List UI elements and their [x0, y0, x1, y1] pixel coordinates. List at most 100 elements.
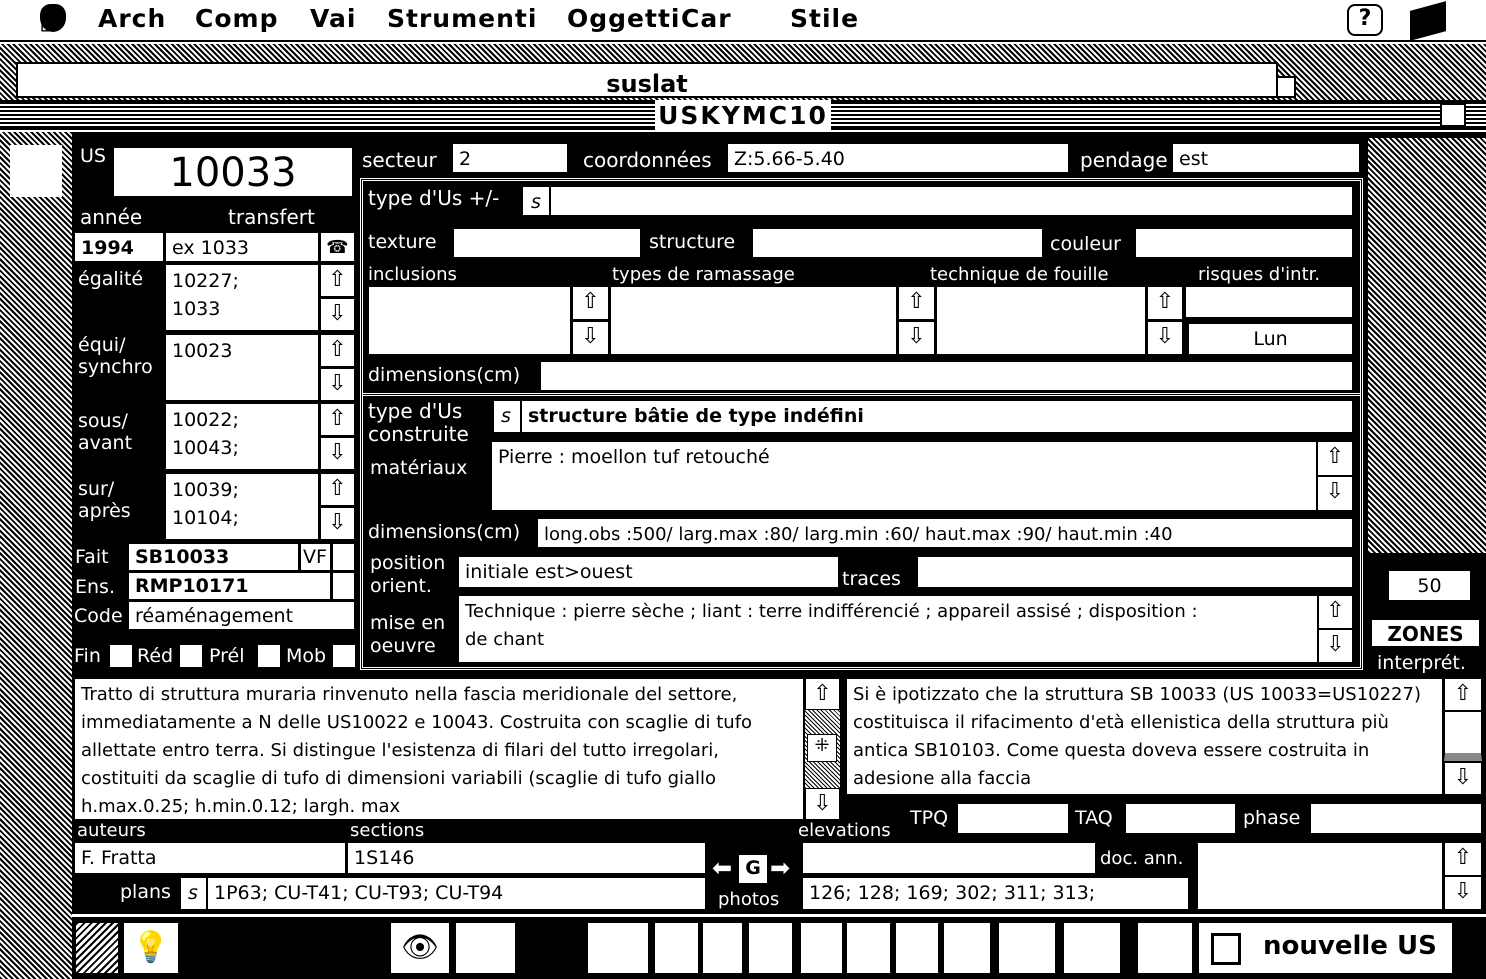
position-field[interactable]: initiale est>ouest — [458, 556, 839, 588]
equi-list[interactable]: 10023 — [165, 334, 319, 401]
ens-extra-field[interactable] — [332, 572, 355, 600]
toolbar-slot-4[interactable] — [702, 922, 743, 974]
menu-stile[interactable]: Stile — [790, 4, 859, 33]
ramassage-scroll-up-icon[interactable]: ⇧ — [898, 286, 935, 320]
doc-ann-scroll-down-icon[interactable]: ⇩ — [1444, 876, 1482, 910]
menu-arch[interactable]: Arch — [98, 4, 166, 33]
taq-field[interactable] — [1125, 803, 1236, 834]
fouille-scroll-down-icon[interactable]: ⇩ — [1147, 321, 1183, 355]
toolbar-slot-12[interactable] — [1137, 922, 1193, 974]
code-field[interactable]: réaménagement — [128, 601, 355, 630]
dimensions-field[interactable] — [540, 361, 1353, 391]
auteurs-field[interactable]: F. Fratta — [74, 842, 346, 874]
close-box[interactable] — [10, 145, 62, 197]
plans-field[interactable]: 1P63; CU-T41; CU-T93; CU-T94 — [207, 877, 706, 910]
sous-scroll-up-icon[interactable]: ⇧ — [320, 403, 355, 436]
inclusions-scroll-down-icon[interactable]: ⇩ — [572, 321, 609, 355]
photos-button[interactable]: G — [738, 854, 768, 884]
description-scroll-down-icon[interactable]: ⇩ — [805, 788, 840, 820]
type-construite-selector-button[interactable]: s — [493, 400, 521, 433]
transfert-field[interactable]: ex 1033 — [165, 232, 319, 262]
description-text-area[interactable]: Tratto di struttura muraria rinvenuto ne… — [74, 678, 804, 820]
menu-strumenti[interactable]: Strumenti — [387, 4, 537, 33]
fouille-scroll-up-icon[interactable]: ⇧ — [1147, 286, 1183, 320]
toolbar-slot-11[interactable] — [1063, 922, 1121, 974]
structure-field[interactable] — [752, 228, 1043, 258]
ramassage-list[interactable] — [610, 286, 897, 355]
red-checkbox[interactable] — [180, 645, 202, 667]
menu-oggetti[interactable]: Oggetti — [567, 4, 680, 33]
materiaux-field[interactable]: Pierre : moellon tuf retouché — [491, 441, 1317, 511]
mise-scroll-down-icon[interactable]: ⇩ — [1318, 629, 1353, 663]
plans-selector-button[interactable]: s — [180, 877, 207, 910]
interpretation-text-area[interactable]: Si è ipotizzato che la struttura SB 1003… — [846, 678, 1443, 795]
sur-scroll-up-icon[interactable]: ⇧ — [320, 473, 355, 506]
us-number-field[interactable]: 10033 — [113, 147, 353, 197]
interpretation-scroll-down-icon[interactable]: ⇩ — [1444, 762, 1482, 795]
secteur-field[interactable]: 2 — [452, 143, 568, 173]
help-icon[interactable]: ? — [1347, 4, 1383, 36]
telephone-icon[interactable]: ☎ — [320, 232, 355, 262]
egalite-scroll-down-icon[interactable]: ⇩ — [320, 298, 355, 331]
egalite-scroll-up-icon[interactable]: ⇧ — [320, 264, 355, 297]
zones-count-field[interactable]: 50 — [1388, 570, 1471, 601]
type-us-field[interactable] — [550, 186, 1353, 216]
ens-field[interactable]: RMP10171 — [128, 572, 331, 600]
type-us-selector-button[interactable]: s — [522, 186, 550, 216]
application-icon[interactable] — [1410, 1, 1446, 41]
tpq-field[interactable] — [957, 803, 1069, 834]
toolbar-slot-10[interactable] — [998, 922, 1056, 974]
toolbar-slot-1[interactable] — [455, 922, 516, 974]
ramassage-scroll-down-icon[interactable]: ⇩ — [898, 321, 935, 355]
sur-scroll-down-icon[interactable]: ⇩ — [320, 507, 355, 540]
equi-scroll-up-icon[interactable]: ⇧ — [320, 334, 355, 367]
sous-list[interactable]: 10022; 10043; — [165, 403, 319, 470]
doc-ann-scroll-up-icon[interactable]: ⇧ — [1444, 842, 1482, 876]
phase-field[interactable] — [1310, 803, 1482, 834]
toolbar-slot-3[interactable] — [654, 922, 699, 974]
sur-list[interactable]: 10039; 10104; — [165, 473, 319, 540]
interpretation-scroll-up-icon[interactable]: ⇧ — [1444, 678, 1482, 711]
fait-field[interactable]: SB10033 — [128, 543, 299, 571]
eye-icon[interactable]: 👁 — [390, 922, 450, 974]
materiaux-scroll-down-icon[interactable]: ⇩ — [1317, 476, 1353, 511]
menu-comp[interactable]: Comp — [195, 4, 278, 33]
fait-extra-field[interactable] — [332, 543, 355, 571]
egalite-list[interactable]: 10227; 1033 — [165, 264, 319, 331]
risques-value-field[interactable]: Lun — [1188, 323, 1353, 355]
photos-field[interactable]: 126; 128; 169; 302; 311; 313; — [802, 877, 1189, 910]
interpretation-scrollbar-track[interactable] — [1444, 711, 1482, 761]
prel-checkbox[interactable] — [258, 645, 280, 667]
new-us-button[interactable]: nouvelle US — [1198, 922, 1453, 974]
zones-button[interactable]: ZONES — [1371, 619, 1480, 647]
toolbar-slot-7[interactable] — [846, 922, 891, 974]
back-window-title[interactable]: suslat — [16, 62, 1278, 98]
equi-scroll-down-icon[interactable]: ⇩ — [320, 368, 355, 401]
toolbar-slot-8[interactable] — [895, 922, 939, 974]
texture-field[interactable] — [453, 228, 641, 258]
fouille-list[interactable] — [936, 286, 1146, 355]
toolbar-slot-9[interactable] — [943, 922, 991, 974]
pendage-field[interactable]: est — [1172, 143, 1360, 173]
sections-field[interactable]: 1S146 — [347, 842, 706, 874]
annee-field[interactable]: 1994 — [74, 232, 164, 262]
back-hand-icon[interactable] — [75, 922, 119, 974]
inclusions-scroll-up-icon[interactable]: ⇧ — [572, 286, 609, 320]
toolbar-slot-5[interactable] — [748, 922, 793, 974]
doc-ann-field[interactable] — [1197, 842, 1443, 910]
zoom-box-icon[interactable] — [1440, 103, 1466, 127]
sous-scroll-down-icon[interactable]: ⇩ — [320, 437, 355, 470]
vf-field[interactable]: VF — [300, 543, 331, 571]
couleur-field[interactable] — [1135, 228, 1353, 258]
mise-field[interactable]: Technique : pierre sèche ; liant : terre… — [458, 595, 1318, 663]
menu-car[interactable]: Car — [681, 4, 732, 33]
apple-logo-icon[interactable] — [40, 4, 66, 32]
description-scroll-thumb[interactable]: ⁜ — [807, 734, 837, 762]
materiaux-scroll-up-icon[interactable]: ⇧ — [1317, 441, 1353, 476]
toolbar-slot-6[interactable] — [800, 922, 843, 974]
inclusions-list[interactable] — [368, 286, 571, 355]
mise-scroll-up-icon[interactable]: ⇧ — [1318, 595, 1353, 629]
toolbar-slot-2[interactable] — [587, 922, 649, 974]
type-construite-field[interactable]: structure bâtie de type indéfini — [521, 400, 1353, 433]
menu-vai[interactable]: Vai — [310, 4, 356, 33]
